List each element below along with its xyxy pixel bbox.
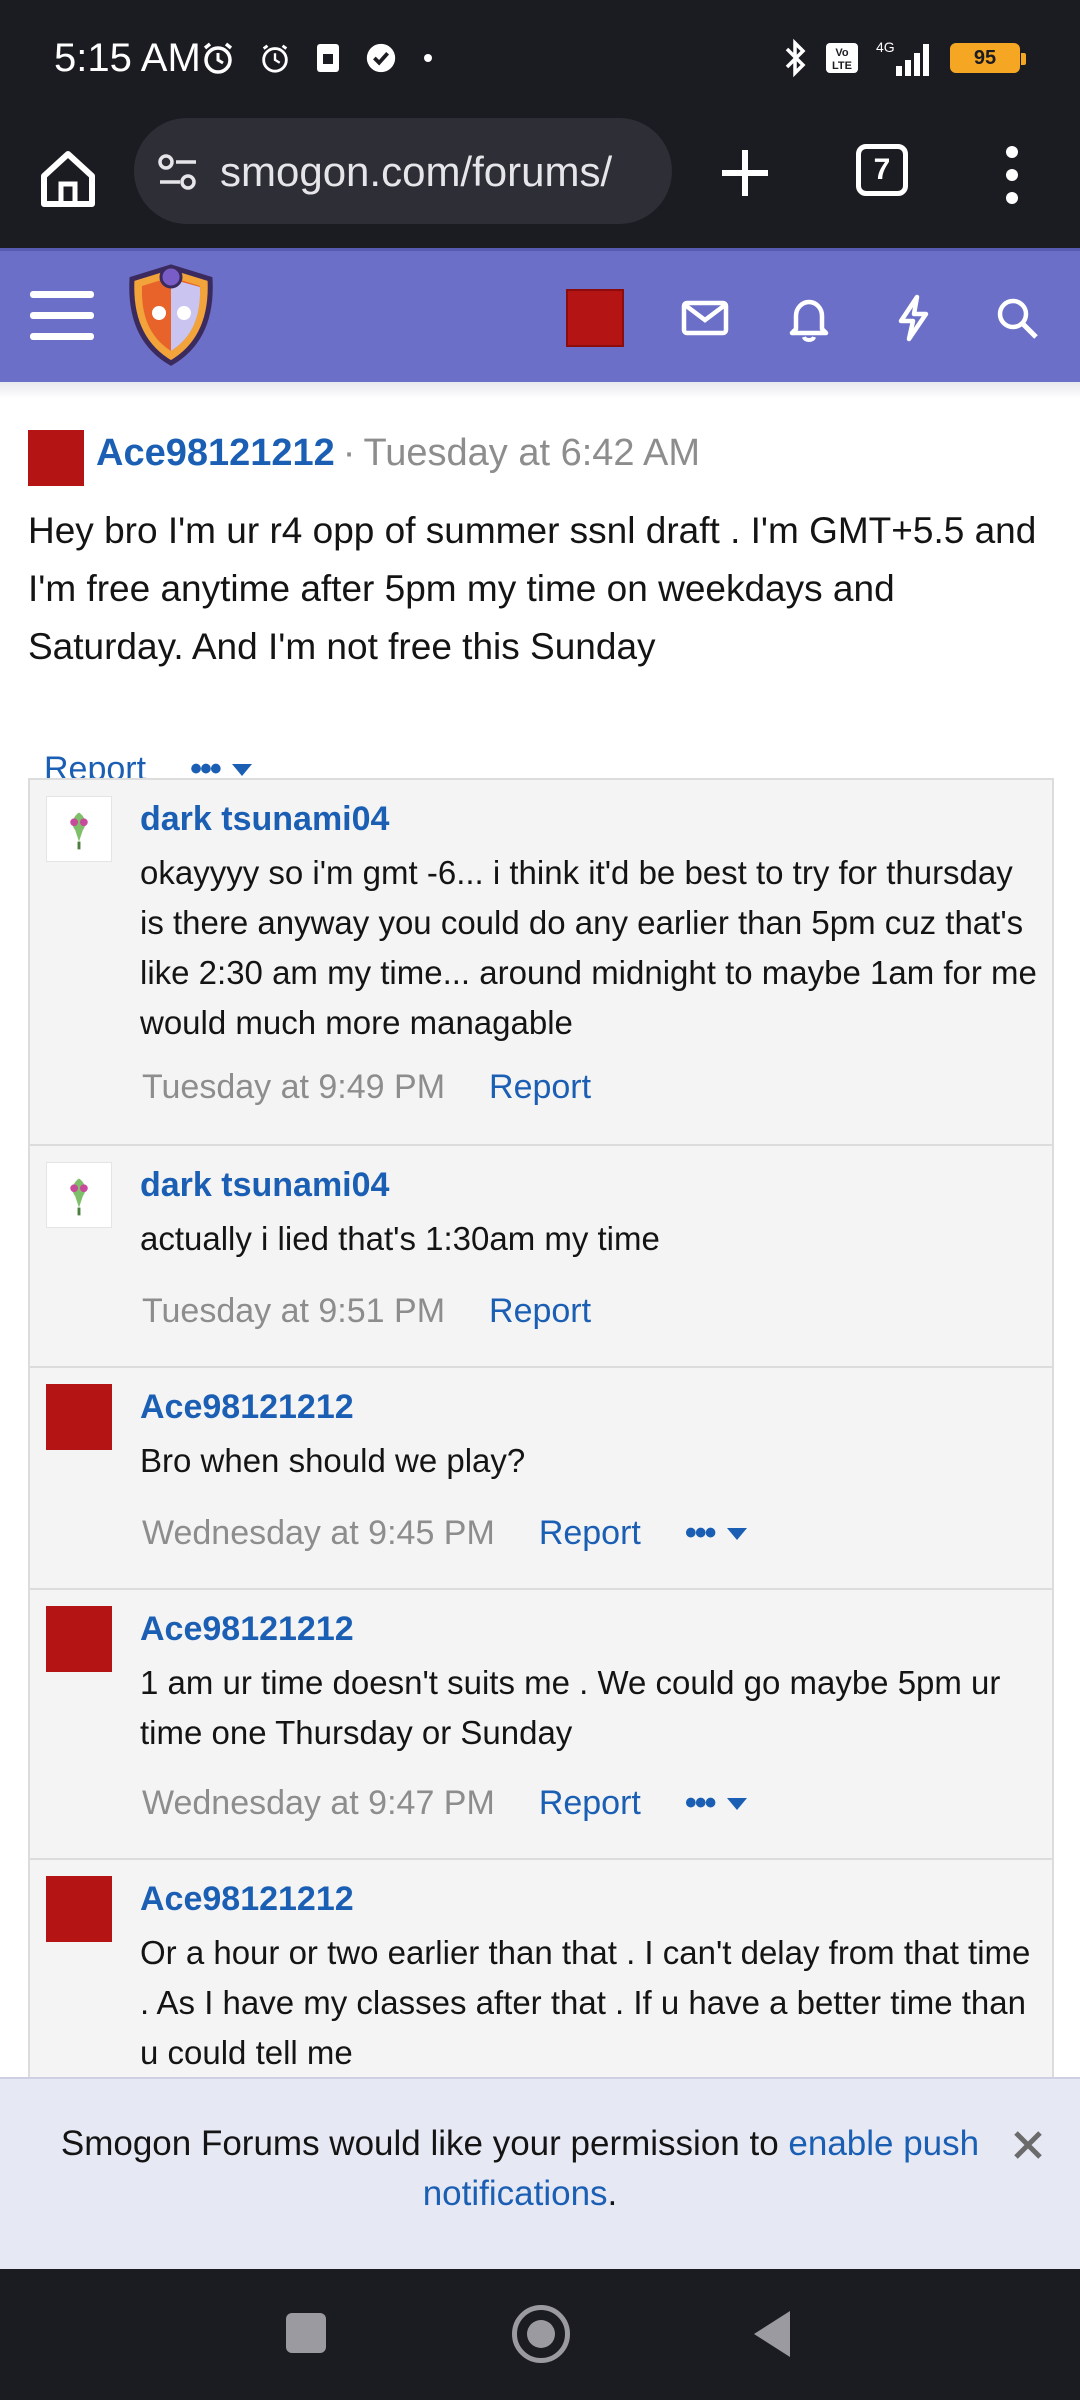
recents-icon[interactable] xyxy=(286,2313,326,2353)
signal-icon: 4G xyxy=(876,39,929,76)
new-tab-icon[interactable] xyxy=(710,138,780,208)
site-header xyxy=(0,248,1080,382)
comment-item: dark tsunami04 actually i lied that's 1:… xyxy=(30,1146,1052,1368)
post-username[interactable]: Ace98121212 xyxy=(96,432,335,474)
meta-separator: · xyxy=(342,432,356,474)
notice-text-after: . xyxy=(607,2174,618,2213)
url-bar[interactable]: smogon.com/forums/ xyxy=(134,118,672,224)
chevron-down-icon xyxy=(726,1797,747,1810)
browser-toolbar: smogon.com/forums/ 7 xyxy=(0,118,1080,248)
status-bar: 5:15 AM Vo LTE 4G 95 xyxy=(0,0,1080,118)
network-type-label: 4G xyxy=(876,39,895,55)
alarm-icon xyxy=(203,42,233,74)
more-options-menu[interactable]: ••• xyxy=(685,1514,747,1553)
comment-username[interactable]: dark tsunami04 xyxy=(140,800,389,839)
lightning-icon[interactable] xyxy=(884,289,942,347)
report-link[interactable]: Report xyxy=(539,1514,641,1553)
comment-timestamp[interactable]: Wednesday at 9:45 PM xyxy=(142,1514,495,1553)
clock-icon xyxy=(262,44,288,73)
dot-icon xyxy=(424,54,432,62)
check-circle-icon xyxy=(366,43,396,73)
comment-username[interactable]: Ace98121212 xyxy=(140,1880,354,1919)
smogon-logo[interactable] xyxy=(124,263,218,367)
sim-icon xyxy=(317,44,339,72)
hamburger-menu-icon[interactable] xyxy=(30,291,94,345)
bluetooth-icon xyxy=(785,38,806,78)
status-left-icons xyxy=(200,40,436,76)
user-avatar[interactable] xyxy=(566,289,624,347)
tab-switcher-button[interactable]: 7 xyxy=(856,144,908,196)
comment-item: Ace98121212 Bro when should we play? Wed… xyxy=(30,1368,1052,1590)
avatar[interactable] xyxy=(46,1606,112,1672)
comment-item: Ace98121212 Or a hour or two earlier tha… xyxy=(30,1860,1052,2082)
avatar[interactable] xyxy=(46,1876,112,1942)
report-link[interactable]: Report xyxy=(489,1068,591,1107)
home-nav-icon[interactable] xyxy=(512,2305,570,2363)
comment-timestamp[interactable]: Wednesday at 9:47 PM xyxy=(142,1784,495,1823)
comment-footer: Tuesday at 9:49 PM Report xyxy=(142,1068,591,1107)
report-link[interactable]: Report xyxy=(539,1784,641,1823)
comment-text: Or a hour or two earlier than that . I c… xyxy=(140,1934,1031,2071)
avatar[interactable] xyxy=(46,1384,112,1450)
avatar[interactable] xyxy=(46,796,112,862)
mail-icon[interactable] xyxy=(676,289,734,347)
home-icon[interactable] xyxy=(30,140,106,216)
status-right-icons: Vo LTE 4G 95 xyxy=(780,38,1026,78)
comment-text: Bro when should we play? xyxy=(140,1442,526,1479)
system-nav-bar xyxy=(0,2269,1080,2400)
battery-level: 95 xyxy=(973,47,997,69)
battery-icon: 95 xyxy=(950,43,1026,73)
more-dots: ••• xyxy=(684,1514,717,1552)
comment-footer: Wednesday at 9:47 PM Report ••• xyxy=(142,1784,747,1823)
comment-item: dark tsunami04 okayyyy so i'm gmt -6... … xyxy=(30,780,1052,1146)
comment-text: actually i lied that's 1:30am my time xyxy=(140,1220,660,1257)
comment-item: Ace98121212 1 am ur time doesn't suits m… xyxy=(30,1590,1052,1860)
svg-text:LTE: LTE xyxy=(832,60,852,72)
profile-post-thread: Ace98121212 · Tuesday at 6:42 AM Hey bro I… xyxy=(0,382,1080,2082)
post-timestamp[interactable]: Tuesday at 6:42 AM xyxy=(363,432,700,474)
comment-footer: Wednesday at 9:45 PM Report ••• xyxy=(142,1514,747,1553)
status-time: 5:15 AM xyxy=(54,36,201,80)
comment-footer: Tuesday at 9:51 PM Report xyxy=(142,1292,591,1331)
more-vert-icon[interactable] xyxy=(990,140,1034,210)
avatar[interactable] xyxy=(28,430,84,486)
comment-username[interactable]: Ace98121212 xyxy=(140,1610,354,1649)
comment-timestamp[interactable]: Tuesday at 9:49 PM xyxy=(142,1068,445,1107)
avatar[interactable] xyxy=(46,1162,112,1228)
volte-icon: VoLTE xyxy=(826,43,858,73)
header-shadow xyxy=(0,382,1080,398)
notice-text-before: Smogon Forums would like your permission… xyxy=(60,2124,789,2163)
push-notification-notice: Smogon Forums would like your permission… xyxy=(0,2077,1080,2269)
search-icon[interactable] xyxy=(988,289,1046,347)
comment-username[interactable]: dark tsunami04 xyxy=(140,1166,389,1205)
site-settings-icon[interactable] xyxy=(156,150,200,194)
bell-icon[interactable] xyxy=(780,289,838,347)
report-link[interactable]: Report xyxy=(489,1292,591,1331)
comment-timestamp[interactable]: Tuesday at 9:51 PM xyxy=(142,1292,445,1331)
chevron-down-icon xyxy=(726,1527,747,1540)
url-text[interactable]: smogon.com/forums/ xyxy=(220,148,650,196)
back-icon[interactable] xyxy=(754,2311,790,2357)
chevron-down-icon xyxy=(231,763,252,776)
post-body: Hey bro I'm ur r4 opp of summer ssnl dra… xyxy=(28,510,1037,667)
more-options-menu[interactable]: ••• xyxy=(685,1784,747,1823)
svg-text:Vo: Vo xyxy=(835,47,849,59)
more-dots: ••• xyxy=(684,1784,717,1822)
comment-list: dark tsunami04 okayyyy so i'm gmt -6... … xyxy=(28,778,1054,2082)
close-icon[interactable] xyxy=(1006,2123,1050,2167)
post-meta: Ace98121212 · Tuesday at 6:42 AM xyxy=(96,432,700,475)
comment-text: okayyyy so i'm gmt -6... i think it'd be… xyxy=(140,854,1037,1041)
notice-text: Smogon Forums would like your permission… xyxy=(40,2119,1000,2219)
comment-text: 1 am ur time doesn't suits me . We could… xyxy=(140,1664,1001,1751)
comment-username[interactable]: Ace98121212 xyxy=(140,1388,354,1427)
